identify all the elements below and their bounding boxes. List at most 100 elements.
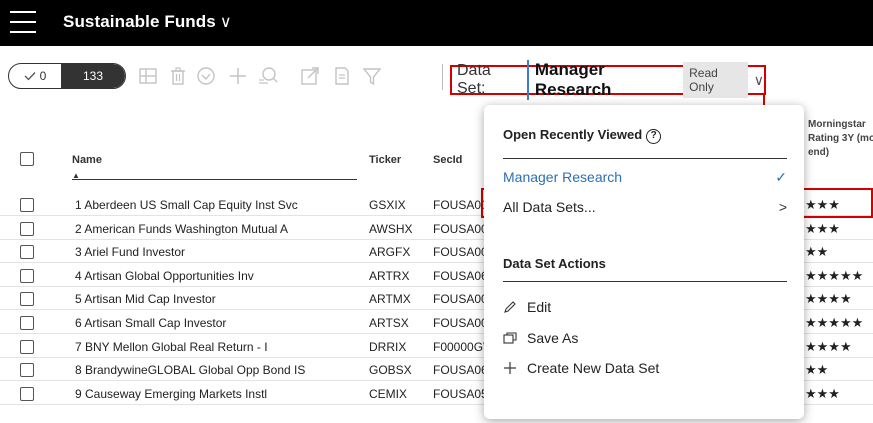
- data-set-actions-heading: Data Set Actions: [503, 256, 606, 271]
- plus-icon: [503, 361, 527, 375]
- column-header-secid[interactable]: SecId: [433, 154, 462, 166]
- row-checkbox[interactable]: [20, 339, 34, 354]
- view-title: Sustainable Funds: [63, 12, 216, 31]
- fund-secid: F00000GV: [433, 339, 488, 354]
- name-column-underline: [72, 179, 357, 180]
- toolbar-divider: [442, 64, 443, 90]
- chevron-down-icon: ∨: [753, 71, 764, 88]
- fund-name: 7 BNY Mellon Global Real Return - I: [75, 339, 268, 354]
- row-checkbox[interactable]: [20, 316, 34, 330]
- fund-secid: FOUSA06: [433, 268, 488, 283]
- save-as-icon: [503, 331, 527, 345]
- section-divider: [503, 158, 787, 159]
- fund-name: 9 Causeway Emerging Markets Instl: [75, 386, 268, 401]
- read-only-badge: Read Only: [683, 62, 748, 98]
- fund-ticker: CEMIX: [369, 386, 408, 401]
- toolbar: 0 133 Data Set: Manager Research Read On…: [0, 46, 873, 108]
- fund-name: 6 Artisan Small Cap Investor: [75, 316, 227, 330]
- all-data-sets-label: All Data Sets...: [503, 199, 596, 215]
- recent-item-manager-research[interactable]: Manager Research ✓: [503, 165, 787, 189]
- recent-item-label: Manager Research: [503, 169, 623, 185]
- edit-action-label: Edit: [527, 299, 552, 315]
- check-circle-icon[interactable]: [196, 66, 216, 86]
- checkmark-icon: [24, 72, 36, 81]
- fund-secid: FOUSA00: [433, 316, 488, 330]
- column-header-name[interactable]: Name: [72, 154, 102, 166]
- column-header-line: Rating 3Y (mo-: [808, 133, 873, 144]
- column-header-morningstar-rating[interactable]: Morningstar Rating 3Y (mo- end): [808, 118, 873, 160]
- row-checkbox[interactable]: [20, 292, 34, 307]
- fund-rating: ★★★★★: [805, 315, 864, 330]
- fund-rating: ★★★★: [805, 338, 852, 354]
- edit-action[interactable]: Edit: [503, 295, 787, 319]
- fund-secid: FOUSA00: [433, 198, 488, 212]
- checkmark-icon: ✓: [775, 168, 787, 185]
- recently-viewed-heading: Open Recently Viewed?: [503, 127, 662, 144]
- all-data-sets-item[interactable]: All Data Sets... >: [503, 195, 787, 219]
- data-set-value: Manager Research: [526, 60, 675, 100]
- view-title-dropdown[interactable]: Sustainable Funds ∨: [63, 12, 232, 32]
- data-set-label: Data Set:: [457, 62, 491, 97]
- row-checkbox[interactable]: [20, 245, 34, 260]
- selection-counter[interactable]: 0 133: [8, 63, 126, 89]
- fund-rating: ★★: [805, 362, 829, 378]
- fund-name: 8 BrandywineGLOBAL Global Opp Bond IS: [75, 363, 306, 378]
- fund-secid: FOUSA06: [433, 363, 488, 378]
- fund-ticker: ARTSX: [369, 316, 409, 330]
- chevron-right-icon: >: [778, 199, 787, 215]
- row-checkbox[interactable]: [20, 198, 34, 212]
- fund-rating: ★★★★★: [805, 267, 864, 283]
- row-checkbox[interactable]: [20, 268, 34, 283]
- column-header-line: Morningstar: [808, 119, 866, 130]
- fund-secid: FOUSA00: [433, 292, 488, 307]
- data-set-dropdown: Open Recently Viewed? Manager Research ✓…: [484, 105, 804, 419]
- fund-ticker: GOBSX: [369, 363, 412, 378]
- fund-rating: ★★★: [805, 220, 840, 236]
- fund-ticker: ARGFX: [369, 245, 411, 260]
- fund-name: 5 Artisan Mid Cap Investor: [75, 292, 216, 307]
- chevron-down-icon: ∨: [219, 14, 232, 31]
- grid-icon[interactable]: [138, 66, 158, 86]
- create-new-data-set-label: Create New Data Set: [527, 360, 660, 376]
- data-set-selector[interactable]: Data Set: Manager Research Read Only ∨: [450, 60, 766, 100]
- filter-icon[interactable]: [362, 66, 382, 86]
- fund-rating: ★★: [805, 244, 829, 260]
- fund-secid: FOUSA00: [433, 221, 488, 236]
- document-icon[interactable]: [332, 66, 352, 86]
- row-checkbox[interactable]: [20, 386, 34, 401]
- total-count: 133: [61, 64, 125, 88]
- select-all-checkbox[interactable]: [20, 152, 34, 166]
- search-list-icon[interactable]: [258, 66, 278, 86]
- fund-ticker: AWSHX: [369, 221, 413, 236]
- column-header-line: end): [808, 147, 830, 158]
- fund-rating: ★★★: [805, 385, 840, 401]
- fund-ticker: GSXIX: [369, 198, 406, 212]
- hamburger-menu-icon[interactable]: [10, 11, 36, 33]
- fund-secid: FOUSA00: [433, 245, 488, 260]
- help-icon[interactable]: ?: [646, 129, 662, 144]
- save-as-action-label: Save As: [527, 330, 579, 346]
- selected-count-value: 0: [39, 69, 47, 83]
- fund-name: 2 American Funds Washington Mutual A: [75, 221, 288, 236]
- row-checkbox[interactable]: [20, 221, 34, 236]
- section-divider: [503, 281, 787, 282]
- selected-count[interactable]: 0: [9, 64, 61, 88]
- fund-ticker: ARTMX: [369, 292, 411, 307]
- fund-ticker: DRRIX: [369, 339, 407, 354]
- save-as-action[interactable]: Save As: [503, 326, 787, 350]
- column-header-ticker[interactable]: Ticker: [369, 154, 401, 166]
- fund-secid: FOUSA05: [433, 386, 488, 401]
- trash-icon[interactable]: [168, 66, 188, 86]
- fund-ticker: ARTRX: [369, 268, 410, 283]
- fund-name: 1 Aberdeen US Small Cap Equity Inst Svc: [75, 198, 298, 212]
- fund-name: 3 Ariel Fund Investor: [75, 245, 186, 260]
- plus-icon[interactable]: [228, 66, 248, 86]
- row-checkbox[interactable]: [20, 363, 34, 378]
- fund-rating: ★★★★: [805, 291, 852, 307]
- create-new-data-set-action[interactable]: Create New Data Set: [503, 356, 787, 380]
- recently-viewed-label: Open Recently Viewed: [503, 127, 643, 142]
- fund-name: 4 Artisan Global Opportunities Inv: [75, 268, 254, 283]
- export-icon[interactable]: [300, 66, 320, 86]
- pencil-icon: [503, 300, 527, 314]
- title-bar: Sustainable Funds ∨: [0, 0, 873, 46]
